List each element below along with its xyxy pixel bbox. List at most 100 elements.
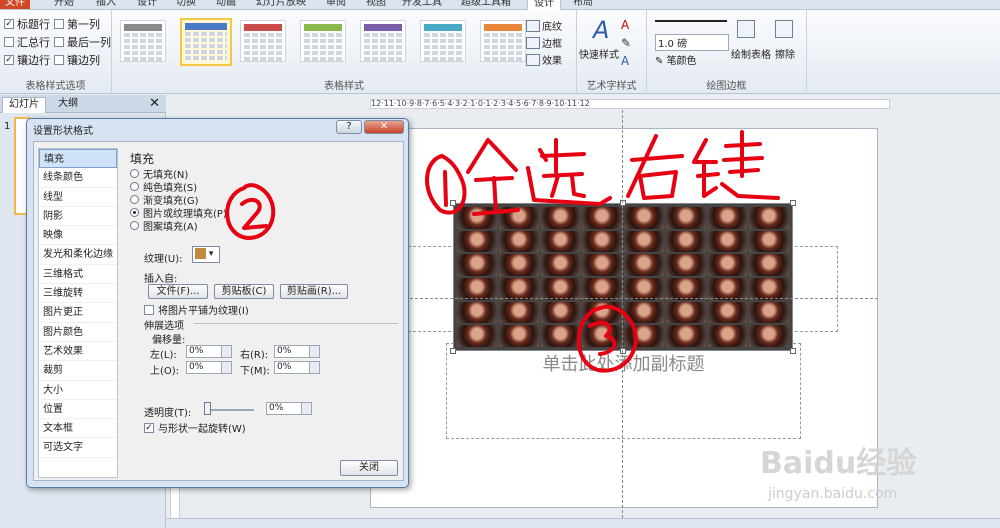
tab-design[interactable]: 设计 <box>133 0 161 9</box>
table-cell[interactable] <box>624 230 664 253</box>
table-cell[interactable] <box>665 277 706 300</box>
category-item[interactable]: 文本框 <box>39 419 117 439</box>
offset-top-spinner[interactable]: 0% <box>186 361 232 374</box>
table-cell[interactable] <box>707 230 748 253</box>
table-cell[interactable] <box>540 277 581 300</box>
table-cell[interactable] <box>540 325 581 347</box>
category-item[interactable]: 艺术效果 <box>39 342 117 362</box>
resize-handle[interactable] <box>450 200 456 206</box>
transparency-slider-thumb[interactable] <box>204 402 211 415</box>
table-cell[interactable] <box>540 301 581 324</box>
table-style-swatch[interactable] <box>360 20 406 62</box>
quick-styles-button[interactable]: 快速样式 <box>579 46 619 61</box>
border-button[interactable]: 边框 <box>526 35 562 50</box>
category-item[interactable]: 图片更正 <box>39 303 117 323</box>
table-cell[interactable] <box>457 254 497 276</box>
tab-home[interactable]: 开始 <box>50 0 78 9</box>
offset-left-spinner[interactable]: 0% <box>186 345 232 358</box>
table-cell[interactable] <box>457 230 497 253</box>
table-cell[interactable] <box>457 277 497 300</box>
table-cell[interactable] <box>749 277 789 300</box>
table-cell[interactable] <box>624 254 664 276</box>
tab-developer[interactable]: 开发工具 <box>402 0 442 9</box>
category-item[interactable]: 位置 <box>39 400 117 420</box>
tab-view[interactable]: 视图 <box>362 0 390 9</box>
table-cell[interactable] <box>624 301 664 324</box>
table-cell[interactable] <box>665 301 706 324</box>
category-item[interactable]: 可选文字 <box>39 438 117 458</box>
table-cell[interactable] <box>540 230 581 253</box>
horizontal-guide[interactable] <box>370 298 878 299</box>
dialog-close-button[interactable]: 关闭 <box>340 460 398 476</box>
table-cell[interactable] <box>749 207 789 229</box>
rotate-with-shape-checkbox[interactable]: ✓ 与形状一起旋转(W) <box>144 420 246 435</box>
table-cell[interactable] <box>749 301 789 324</box>
tile-checkbox[interactable]: 将图片平铺为纹理(I) <box>144 302 249 317</box>
clipboard-button[interactable]: 剪贴板(C) <box>214 284 274 299</box>
effects-button[interactable]: 效果 <box>526 52 562 67</box>
table-cell[interactable] <box>457 207 497 229</box>
category-item[interactable]: 裁剪 <box>39 361 117 381</box>
table-cell[interactable] <box>665 325 706 347</box>
tab-slideshow[interactable]: 幻灯片放映 <box>255 0 307 9</box>
tab-file[interactable]: 文件 <box>0 0 30 9</box>
file-button[interactable]: 文件(F)... <box>148 284 208 299</box>
vertical-guide[interactable] <box>622 110 623 528</box>
shading-button[interactable]: 底纹 <box>526 18 562 33</box>
resize-handle[interactable] <box>450 348 456 354</box>
checkbox-last-column[interactable]: 最后一列 <box>54 34 111 50</box>
tab-insert[interactable]: 插入 <box>92 0 120 9</box>
close-icon[interactable]: ✕ <box>149 96 160 111</box>
close-button[interactable]: ✕ <box>364 120 404 134</box>
table-cell[interactable] <box>540 207 581 229</box>
text-effects-icon[interactable]: A <box>621 54 629 68</box>
category-item[interactable]: 映像 <box>39 226 117 246</box>
table-cell[interactable] <box>498 254 539 276</box>
pen-weight-dropdown[interactable]: 1.0 磅 <box>655 34 729 51</box>
table-cell[interactable] <box>582 207 622 229</box>
table-cell[interactable] <box>707 301 748 324</box>
wordart-a-icon[interactable]: A <box>593 16 609 44</box>
table-cell[interactable] <box>540 254 581 276</box>
table-cell[interactable] <box>498 207 539 229</box>
tab-transitions[interactable]: 切换 <box>172 0 200 9</box>
transparency-spinner[interactable]: 0% <box>266 402 312 415</box>
table-cell[interactable] <box>665 254 706 276</box>
table-cell[interactable] <box>582 277 622 300</box>
subtitle-placeholder[interactable]: 单击此处添加副标题 <box>446 343 801 439</box>
table-style-gallery[interactable] <box>120 16 570 72</box>
table-cell[interactable] <box>665 230 706 253</box>
category-item[interactable]: 大小 <box>39 381 117 400</box>
texture-dropdown[interactable]: ▾ <box>192 246 220 263</box>
resize-handle[interactable] <box>620 348 626 354</box>
tab-table-layout[interactable]: 布局 <box>568 0 598 9</box>
category-item[interactable]: 发光和柔化边缘 <box>39 245 117 265</box>
transparency-slider[interactable] <box>206 409 254 411</box>
checkbox-first-column[interactable]: 第一列 <box>54 16 100 32</box>
offset-right-spinner[interactable]: 0% <box>274 345 320 358</box>
table-cell[interactable] <box>707 207 748 229</box>
table-style-swatch[interactable] <box>300 20 346 62</box>
draw-table-button[interactable]: 绘制表格 <box>731 46 771 61</box>
eraser-button[interactable]: 擦除 <box>775 46 795 61</box>
clipart-button[interactable]: 剪贴画(R)... <box>280 284 348 299</box>
pen-color-button[interactable]: ✎ 笔颜色 <box>655 52 697 67</box>
table-cell[interactable] <box>498 230 539 253</box>
table-style-swatch[interactable] <box>420 20 466 62</box>
table-cell[interactable] <box>582 325 622 347</box>
checkbox-header-row[interactable]: ✓ 标题行 <box>4 16 50 32</box>
resize-handle[interactable] <box>790 200 796 206</box>
table-cell[interactable] <box>707 277 748 300</box>
table-cell[interactable] <box>457 325 497 347</box>
table-cell[interactable] <box>498 325 539 347</box>
table-cell[interactable] <box>498 301 539 324</box>
checkbox-banded-rows[interactable]: ✓ 镶边行 <box>4 52 50 68</box>
table-cell[interactable] <box>582 230 622 253</box>
table-cell[interactable] <box>582 254 622 276</box>
table-style-swatch[interactable] <box>180 18 232 66</box>
category-item[interactable]: 三维格式 <box>39 265 117 285</box>
tab-review[interactable]: 审阅 <box>322 0 350 9</box>
table-cell[interactable] <box>749 325 789 347</box>
help-button[interactable]: ? <box>336 120 362 134</box>
picture-table[interactable] <box>453 203 793 351</box>
